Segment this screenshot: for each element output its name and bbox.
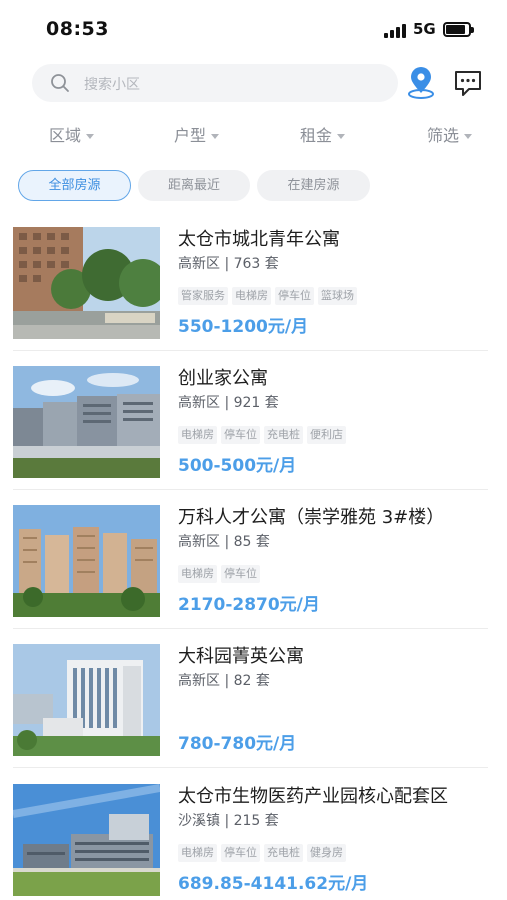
listing-card[interactable]: 万科人才公寓（崇学雅苑 3#楼） 高新区 | 85 套 电梯房 停车位 2170-… [0, 503, 507, 641]
filter-rent[interactable]: 租金 [300, 122, 346, 146]
caret-down-icon [211, 134, 220, 139]
listing-photo [13, 784, 160, 896]
listing-tag: 停车位 [275, 287, 314, 305]
listing-price: 500-500元/月 [178, 456, 297, 476]
filter-layout-label: 户型 [174, 126, 207, 145]
listing-photo [13, 644, 160, 756]
listing-tags: 电梯房 停车位 充电桩 健身房 [178, 844, 350, 862]
listing-photo [13, 366, 160, 478]
listing-tag: 便利店 [307, 426, 346, 444]
chip-nearest[interactable]: 距离最近 [138, 170, 250, 201]
listing-title: 大科园菁英公寓 [178, 646, 304, 667]
listing-tag: 停车位 [221, 844, 260, 862]
battery-icon [443, 22, 474, 37]
listing-subtitle: 高新区 | 763 套 [178, 256, 279, 272]
listing-price: 550-1200元/月 [178, 317, 309, 337]
listing-card[interactable]: 太仓市城北青年公寓 高新区 | 763 套 管家服务 电梯房 停车位 篮球场 550-… [0, 225, 507, 363]
listing-subtitle: 高新区 | 921 套 [178, 395, 279, 411]
listing-tag: 电梯房 [178, 565, 217, 583]
listing-card[interactable]: 大科园菁英公寓 高新区 | 82 套 780-780元/月 [0, 642, 507, 780]
caret-down-icon [337, 134, 346, 139]
location-pin-icon[interactable] [407, 67, 435, 99]
caret-down-icon [86, 134, 95, 139]
caret-down-icon [464, 134, 473, 139]
listing-tag: 停车位 [221, 565, 260, 583]
listing-tags: 管家服务 电梯房 停车位 篮球场 [178, 287, 361, 305]
listing-title: 万科人才公寓（崇学雅苑 3#楼） [178, 507, 445, 528]
listing-photo [13, 227, 160, 339]
divider [13, 489, 488, 490]
message-icon[interactable] [453, 70, 483, 97]
status-bar: 08:53 5G [0, 0, 507, 58]
divider [13, 350, 488, 351]
listing-tag: 篮球场 [318, 287, 357, 305]
listing-title: 太仓市生物医药产业园核心配套区 [178, 786, 448, 807]
network-label: 5G [413, 20, 436, 38]
chip-all-listings[interactable]: 全部房源 [18, 170, 131, 201]
listing-tag: 停车位 [221, 426, 260, 444]
listing-tags: 电梯房 停车位 [178, 565, 264, 583]
listing-title: 太仓市城北青年公寓 [178, 229, 340, 250]
status-time: 08:53 [46, 18, 109, 40]
search-input[interactable]: 搜索小区 [84, 74, 140, 94]
listing-subtitle: 高新区 | 82 套 [178, 673, 270, 689]
listing-tags: 电梯房 停车位 充电桩 便利店 [178, 426, 350, 444]
listing-photo [13, 505, 160, 617]
signal-icon [384, 24, 406, 38]
chip-under-construction[interactable]: 在建房源 [257, 170, 370, 201]
listing-tag: 充电桩 [264, 426, 303, 444]
filter-region-label: 区域 [49, 126, 82, 145]
listing-price: 780-780元/月 [178, 734, 297, 754]
listing-price: 689.85-4141.62元/月 [178, 874, 369, 894]
listing-price: 2170-2870元/月 [178, 595, 320, 615]
filter-region[interactable]: 区域 [49, 122, 95, 146]
filter-rent-label: 租金 [300, 126, 333, 145]
listing-tag: 健身房 [307, 844, 346, 862]
filter-bar: 区域 户型 租金 筛选 [0, 118, 507, 148]
listing-title: 创业家公寓 [178, 368, 268, 389]
listing-tag: 充电桩 [264, 844, 303, 862]
listing-tag: 电梯房 [178, 844, 217, 862]
divider [13, 628, 488, 629]
filter-layout[interactable]: 户型 [174, 122, 220, 146]
listing-tag: 电梯房 [232, 287, 271, 305]
listing-subtitle: 沙溪镇 | 215 套 [178, 813, 279, 829]
filter-more[interactable]: 筛选 [427, 122, 473, 146]
listing-subtitle: 高新区 | 85 套 [178, 534, 270, 550]
listing-tag: 管家服务 [178, 287, 228, 305]
filter-more-label: 筛选 [427, 126, 460, 145]
search-icon [51, 74, 69, 92]
divider [13, 767, 488, 768]
search-bar[interactable]: 搜索小区 [32, 64, 398, 102]
listing-tag: 电梯房 [178, 426, 217, 444]
listing-card[interactable]: 创业家公寓 高新区 | 921 套 电梯房 停车位 充电桩 便利店 500-500元/… [0, 364, 507, 502]
listing-card[interactable]: 太仓市生物医药产业园核心配套区 沙溪镇 | 215 套 电梯房 停车位 充电桩 健身房… [0, 782, 507, 900]
